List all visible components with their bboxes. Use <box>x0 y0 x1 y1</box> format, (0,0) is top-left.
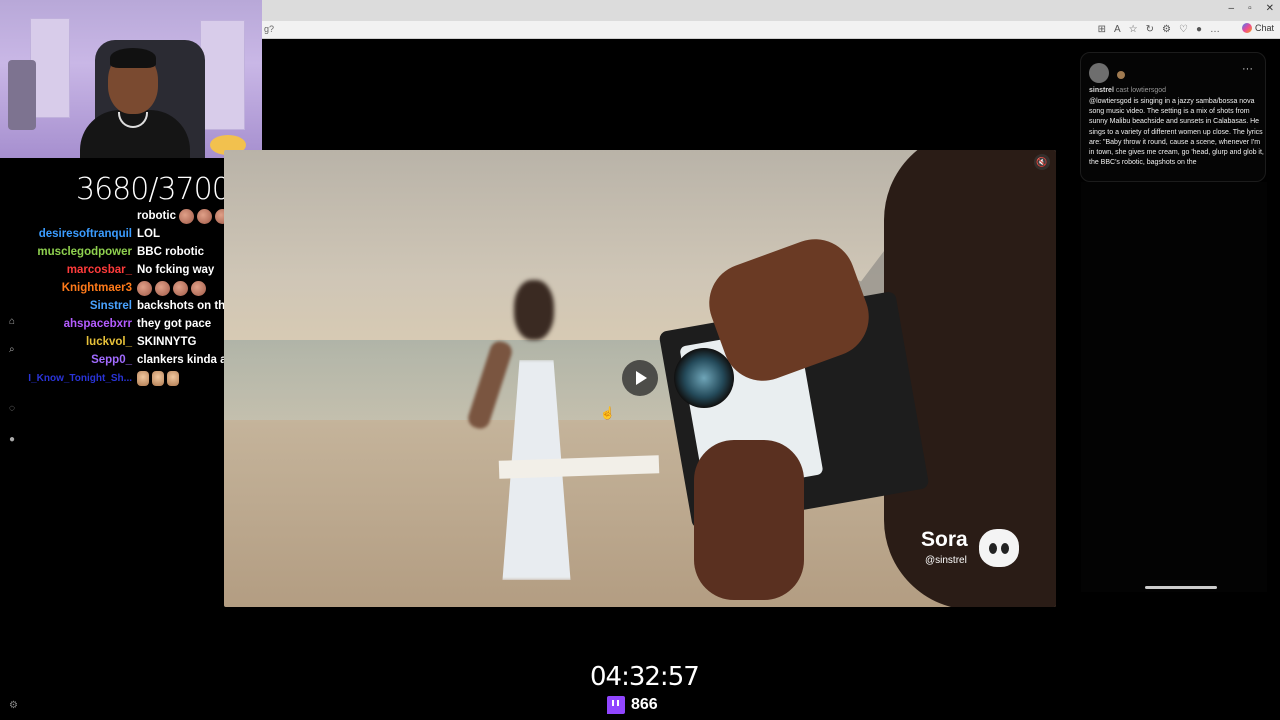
post-author: sinstrel cast lowtiersgod <box>1089 87 1166 94</box>
read-aloud-icon[interactable]: A <box>1114 24 1121 35</box>
sora-handle: @sinstrel <box>925 555 967 566</box>
screen: – ▫ ✕ g? ⊞ A ☆ ↻ ⚙ ♡ ● … Chat 3680/3700 … <box>0 0 1280 720</box>
menu-dots-icon[interactable]: … <box>1210 24 1220 35</box>
post-card: ··· sinstrel cast lowtiersgod @lowtiersg… <box>1080 52 1266 182</box>
chat-username[interactable]: ahspacebxrr <box>0 318 132 330</box>
hand-cursor-icon: ☝ <box>600 406 615 420</box>
sora-watermark: Sora <box>921 528 968 551</box>
chat-username[interactable]: I_Know_Tonight_Sh... <box>0 373 132 384</box>
restore-icon[interactable]: ▫ <box>1248 3 1252 14</box>
emote-icon <box>137 280 152 296</box>
chat-text: BBC robotic <box>137 246 205 258</box>
more-options-icon[interactable]: ··· <box>1242 63 1253 75</box>
emote-icon <box>178 208 194 224</box>
viewer-count: 866 <box>631 696 658 713</box>
favorite-star-icon[interactable]: ☆ <box>1129 24 1138 35</box>
profile-icon[interactable]: ● <box>1196 24 1202 35</box>
address-text: g? <box>264 24 275 34</box>
chat-text: they got pace <box>137 318 212 330</box>
collections-icon[interactable]: ♡ <box>1179 24 1188 35</box>
notification-icon[interactable]: ◌ <box>9 403 15 414</box>
chat-username[interactable]: Knightmaer3 <box>0 282 132 294</box>
sora-logo-icon <box>979 529 1019 567</box>
chat-text: SKINNYTG <box>137 336 197 348</box>
viewer-counter: 866 <box>607 696 658 714</box>
scroll-indicator[interactable] <box>1145 586 1217 589</box>
copilot-icon <box>1241 23 1252 33</box>
chat-username[interactable]: Sepp0_ <box>0 354 132 366</box>
emote-icon <box>167 370 179 386</box>
browser-titlebar: – ▫ ✕ <box>262 0 1280 21</box>
sora-video-player[interactable]: 🔇 ☝ Sora @sinstrel <box>224 150 1056 607</box>
grid-icon[interactable]: ⊞ <box>1098 24 1106 35</box>
chat-text: LOL <box>137 228 160 240</box>
chat-username[interactable]: marcosbar_ <box>0 264 132 276</box>
emote-icon <box>191 280 206 296</box>
chat-username[interactable]: musclegodpower <box>0 246 132 258</box>
refresh-icon[interactable]: ↻ <box>1146 24 1154 35</box>
stream-timer: 04:32:57 <box>590 662 700 692</box>
user-avatar-icon[interactable]: ● <box>9 434 15 445</box>
chat-label: Chat <box>1254 23 1274 33</box>
post-username[interactable]: sinstrel <box>1089 87 1114 94</box>
chat-text <box>137 370 179 386</box>
copilot-chat-button[interactable]: Chat <box>1241 23 1274 33</box>
twitch-icon <box>607 696 625 714</box>
avatar[interactable] <box>1089 63 1109 83</box>
badge-icon <box>16 229 26 239</box>
window-controls: – ▫ ✕ <box>1229 3 1275 14</box>
post-description: @lowtiersgod is singing in a jazzy samba… <box>1089 98 1264 167</box>
webcam-feed <box>0 0 262 158</box>
close-icon[interactable]: ✕ <box>1266 3 1274 14</box>
emote-icon <box>137 370 149 386</box>
emote-icon <box>152 370 164 386</box>
emote-icon <box>173 280 188 296</box>
speaker-muted-icon: 🔇 <box>1036 156 1048 167</box>
right-panel <box>1081 182 1267 592</box>
address-bar[interactable]: g? ⊞ A ☆ ↻ ⚙ ♡ ● … Chat <box>262 21 1280 39</box>
chat-username[interactable]: luckvol_ <box>0 336 132 348</box>
chat-text <box>137 280 206 296</box>
mute-button[interactable]: 🔇 <box>1034 154 1050 170</box>
chat-username[interactable]: Sinstrel <box>0 300 132 312</box>
cameo-avatar[interactable] <box>1117 71 1125 79</box>
browser-toolbar: ⊞ A ☆ ↻ ⚙ ♡ ● … <box>1098 24 1220 35</box>
emote-icon <box>155 280 170 296</box>
play-button[interactable] <box>622 360 658 396</box>
extensions-icon[interactable]: ⚙ <box>1162 24 1171 35</box>
post-cast[interactable]: cast lowtiersgod <box>1116 87 1166 94</box>
sub-goal-counter: 3680/3700 <box>76 172 231 207</box>
play-icon <box>636 371 647 385</box>
settings-icon[interactable]: ⚙ <box>9 700 18 711</box>
emote-icon <box>196 208 212 224</box>
chat-text: No fcking way <box>137 264 215 276</box>
minimize-icon[interactable]: – <box>1229 3 1235 14</box>
